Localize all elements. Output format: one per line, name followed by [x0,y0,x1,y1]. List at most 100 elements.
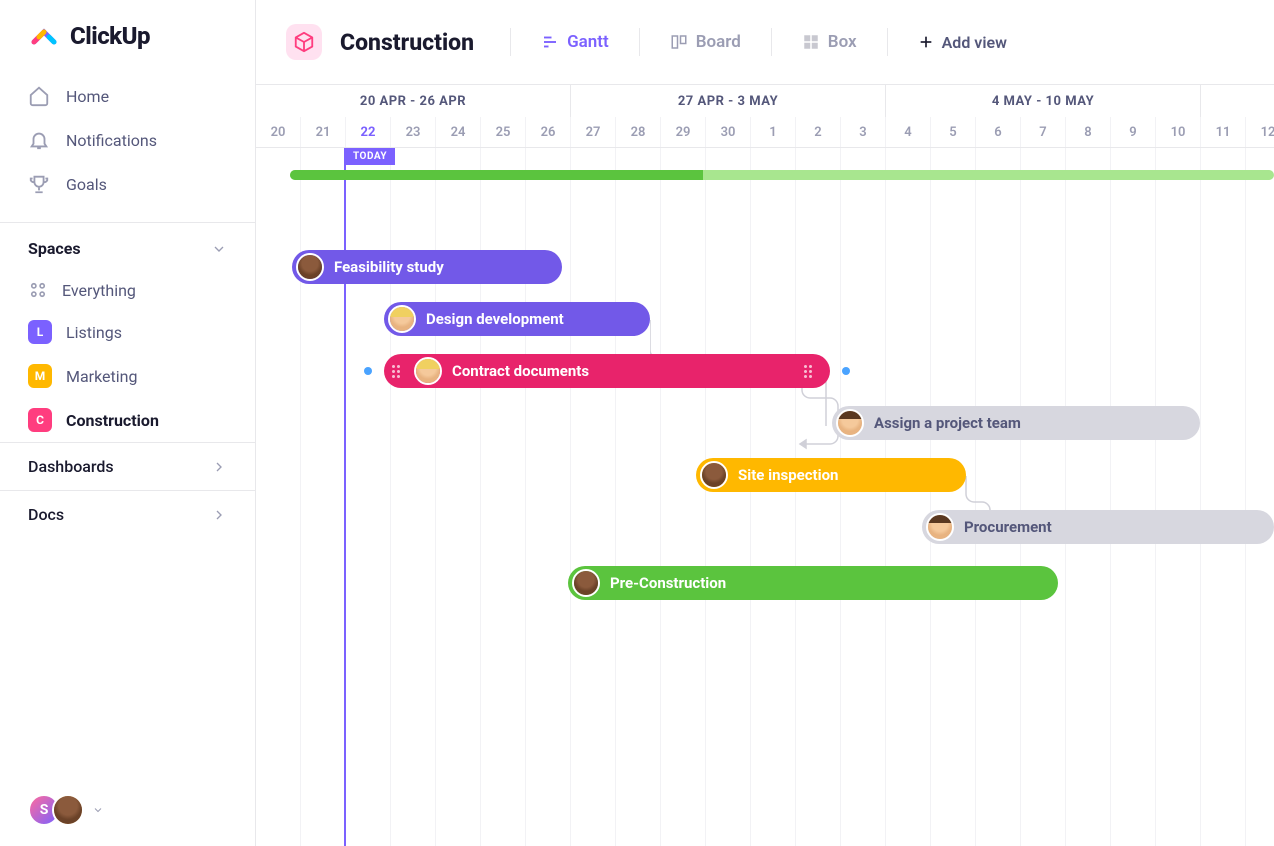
space-marketing[interactable]: M Marketing [0,354,255,398]
page-title: Construction [340,29,474,56]
assignee-avatar [836,409,864,437]
nav-docs[interactable]: Docs [0,490,255,538]
nav-dashboards[interactable]: Dashboards [0,442,255,490]
task-bar[interactable]: Design development [384,302,650,336]
task-label: Procurement [964,518,1052,536]
space-listings[interactable]: L Listings [0,310,255,354]
plus-icon [918,34,934,50]
task-label: Assign a project team [874,414,1021,432]
day-cell: 22 [346,117,391,147]
chevron-right-icon [211,459,227,475]
everything-icon [28,280,48,300]
nav-home-label: Home [66,87,109,106]
task-bar[interactable]: Feasibility study [292,250,562,284]
user-avatars[interactable]: S [0,774,255,846]
grid-col [841,148,886,846]
nav-goals[interactable]: Goals [0,162,255,206]
grid-col [886,148,931,846]
grid-col [1201,148,1246,846]
grid-col [1246,148,1274,846]
space-badge-marketing: M [28,364,52,388]
assignee-avatar [414,357,442,385]
view-gantt-label: Gantt [567,32,609,52]
day-cell: 20 [256,117,301,147]
add-view-button[interactable]: Add view [906,27,1019,58]
view-box[interactable]: Box [790,26,869,58]
add-view-label: Add view [942,33,1007,52]
today-label: TODAY [345,148,395,165]
task-label: Site inspection [738,466,838,484]
drag-handle-icon[interactable] [800,365,816,378]
space-icon [286,24,322,60]
chevron-down-icon [211,241,227,257]
day-cell: 7 [1021,117,1066,147]
timeline-header: 20 APR - 26 APR27 APR - 3 MAY4 MAY - 10 … [256,85,1274,148]
clickup-logo-icon [28,20,60,52]
grid-col [1156,148,1201,846]
drag-handle-icon[interactable] [388,365,404,378]
nav-notifications-label: Notifications [66,131,157,150]
grid-col [616,148,661,846]
space-listings-label: Listings [66,323,122,342]
day-cell: 28 [616,117,661,147]
cube-icon [293,31,315,53]
task-bar[interactable]: Procurement [922,510,1274,544]
day-cell: 4 [886,117,931,147]
gantt-icon [541,33,559,51]
nav-notifications[interactable]: Notifications [0,118,255,162]
divider [771,28,772,56]
assignee-avatar [572,569,600,597]
logo-text: ClickUp [70,22,150,50]
grid-col [1111,148,1156,846]
day-cell: 5 [931,117,976,147]
nav-home[interactable]: Home [0,74,255,118]
space-badge-listings: L [28,320,52,344]
dependency-dot[interactable] [842,367,850,375]
view-gantt[interactable]: Gantt [529,26,621,58]
divider [887,28,888,56]
grid-col [256,148,301,846]
task-bar[interactable]: Site inspection [696,458,966,492]
view-board[interactable]: Board [658,26,753,58]
day-cell: 12 [1246,117,1274,147]
grid-col [706,148,751,846]
dashboards-label: Dashboards [28,457,114,476]
space-construction[interactable]: C Construction [0,398,255,442]
day-cell: 24 [436,117,481,147]
task-bar[interactable]: Pre-Construction [568,566,1058,600]
space-everything[interactable]: Everything [0,270,255,310]
task-label: Feasibility study [334,258,444,276]
progress-fill [290,170,703,180]
day-cell: 27 [571,117,616,147]
day-cell: 1 [751,117,796,147]
divider [510,28,511,56]
assignee-avatar [926,513,954,541]
task-bar[interactable]: Assign a project team [832,406,1200,440]
timeline-body[interactable]: TODAY Feasibility study Design developmen… [256,148,1274,846]
assignee-avatar [296,253,324,281]
day-cell: 26 [526,117,571,147]
day-cell: 6 [976,117,1021,147]
spaces-header[interactable]: Spaces [0,222,255,270]
divider [639,28,640,56]
docs-label: Docs [28,505,64,524]
day-cell: 25 [481,117,526,147]
grid-col [1066,148,1111,846]
timeline: 20 APR - 26 APR27 APR - 3 MAY4 MAY - 10 … [256,84,1274,846]
chevron-right-icon [211,507,227,523]
logo[interactable]: ClickUp [0,0,255,70]
home-icon [28,85,50,107]
dependency-dot[interactable] [364,367,372,375]
header: Construction Gantt Board Box Add view [256,0,1274,84]
week-cell: 20 APR - 26 APR [256,85,571,117]
assignee-avatar [700,461,728,489]
grid-col [1021,148,1066,846]
view-board-label: Board [696,32,741,52]
assignee-avatar [388,305,416,333]
day-cell: 9 [1111,117,1156,147]
task-label: Design development [426,310,564,328]
day-cell: 11 [1201,117,1246,147]
task-bar[interactable]: Contract documents [384,354,830,388]
week-cell: 27 APR - 3 MAY [571,85,886,117]
grid-col [751,148,796,846]
